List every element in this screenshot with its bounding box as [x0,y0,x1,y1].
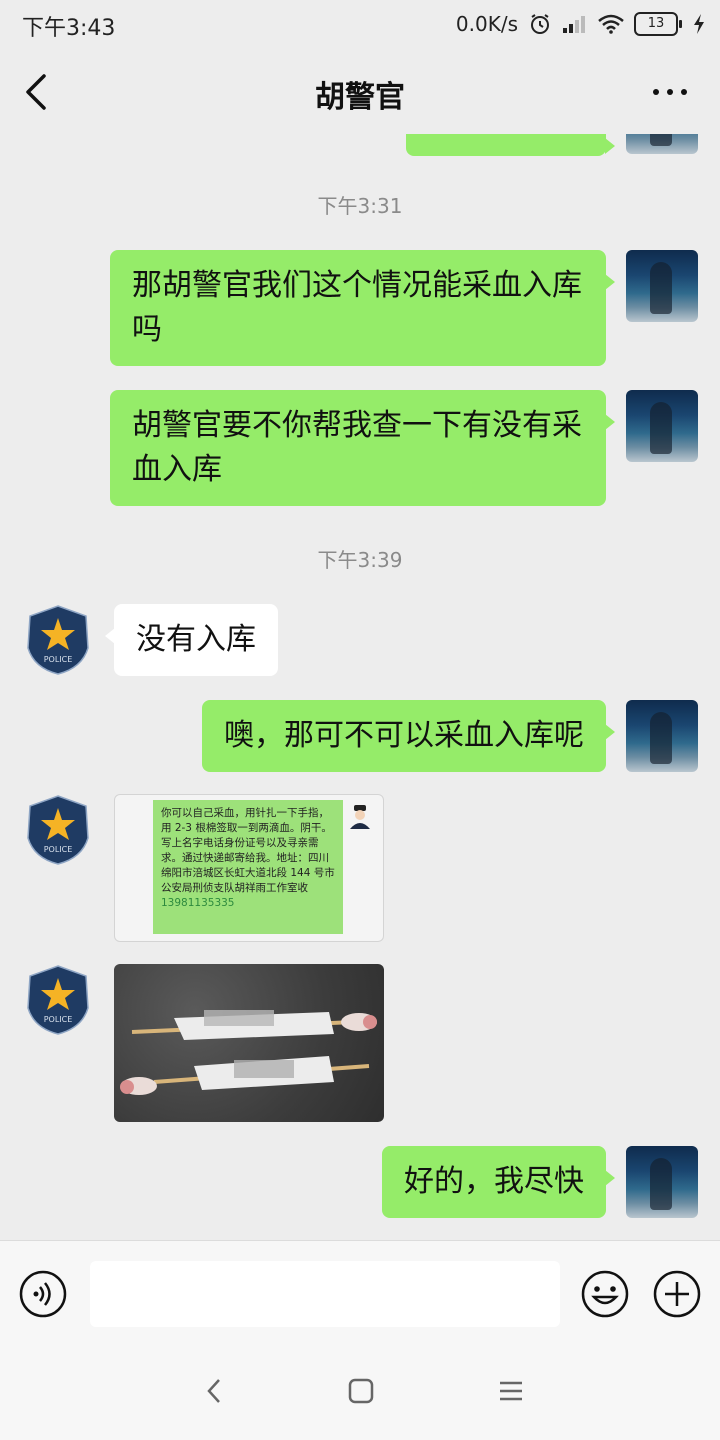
input-bar [0,1240,720,1347]
timestamp: 下午3:31 [317,194,403,218]
network-speed: 0.0K/s [455,12,518,36]
previous-message-bubble[interactable] [406,134,615,156]
wifi-icon [598,14,624,34]
status-time: 下午3:43 [22,16,116,41]
charging-icon [694,14,704,34]
screenshot-text: 你可以自己采血，用针扎一下手指，用 2-3 根棉签取一到两滴血。阴干。写上名字电… [153,800,343,934]
police-badge-avatar[interactable]: POLICE [22,794,94,866]
my-avatar[interactable] [626,134,698,154]
cotton-swab-photo [120,1010,377,1095]
emoji-icon[interactable] [580,1269,630,1319]
message-bubble-sent[interactable]: 胡警官要不你帮我查一下有没有采 血入库 [110,390,615,506]
signal-icon [563,16,585,33]
chat-header: 胡警官 [0,50,720,134]
police-badge-text: POLICE [44,845,73,854]
status-bar: 下午3:43 0.0K/s 13 [0,0,720,50]
contact-name-title: 胡警官 [315,80,405,115]
message-bubble-sent[interactable]: 好的，我尽快 [382,1146,615,1218]
add-icon[interactable] [652,1269,702,1319]
alarm-icon [531,14,549,34]
battery-indicator: 13 [634,12,682,36]
screenshot-phone: 13981135335 [161,897,235,909]
my-avatar[interactable] [626,700,698,772]
police-badge-text: POLICE [44,655,73,664]
nav-menu-icon[interactable] [496,1376,526,1406]
police-badge-text: POLICE [44,1015,73,1024]
message-bubble-sent[interactable]: 那胡警官我们这个情况能采血入库 吗 [110,250,615,366]
status-right: 0.0K/s 13 [456,10,706,38]
nav-home-icon[interactable] [346,1376,376,1406]
police-badge-avatar[interactable]: POLICE [22,604,94,676]
more-dots-icon[interactable] [650,72,690,112]
message-input[interactable] [90,1261,560,1327]
battery-level: 13 [634,12,678,36]
my-avatar[interactable] [626,1146,698,1218]
officer-avatar-icon [350,805,370,829]
message-bubble-received[interactable]: 没有入库 [105,604,278,676]
system-nav-bar [0,1346,720,1440]
voice-icon[interactable] [18,1269,68,1319]
my-avatar[interactable] [626,250,698,322]
police-badge-avatar[interactable]: POLICE [22,964,94,1036]
nav-back-icon[interactable] [200,1376,230,1406]
screenshot-image-message[interactable]: 你可以自己采血，用针扎一下手指，用 2-3 根棉签取一到两滴血。阴干。写上名字电… [114,794,384,942]
timestamp: 下午3:39 [317,548,403,572]
message-bubble-sent[interactable]: 噢，那可不可以采血入库呢 [202,700,615,772]
chat-message-list[interactable]: 下午3:31 那胡警官我们这个情况能采血入库 吗 胡警官要不你帮我查一下有没有采… [0,134,720,1240]
cotton-swab-photo-message[interactable] [114,964,384,1122]
my-avatar[interactable] [626,390,698,462]
